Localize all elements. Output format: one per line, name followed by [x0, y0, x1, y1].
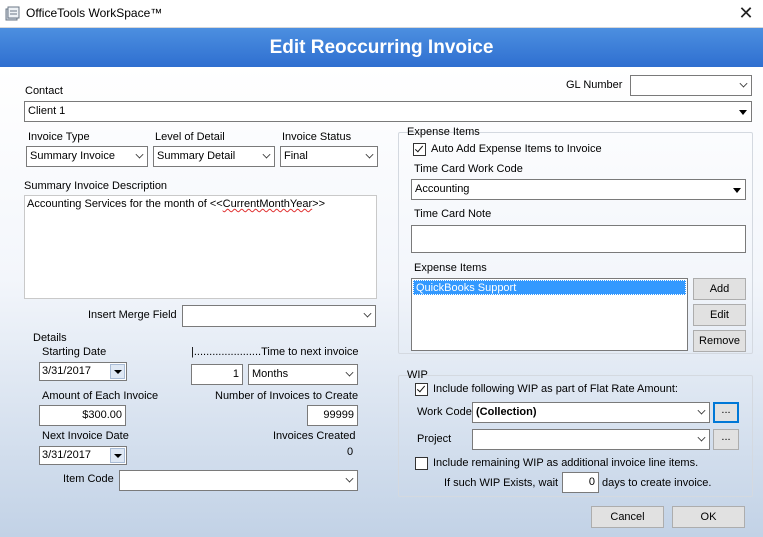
dropdown-arrow-icon: [733, 188, 741, 193]
starting-date-picker[interactable]: 3/31/2017: [39, 362, 127, 381]
chevron-down-icon: [739, 79, 748, 88]
summary-text-prefix: Accounting Services for the month of <<: [27, 198, 223, 210]
include-remaining-wip-label: Include remaining WIP as additional invo…: [433, 457, 699, 469]
time-card-note-label: Time Card Note: [414, 208, 492, 220]
contact-value: Client 1: [28, 105, 66, 117]
invoice-status-label: Invoice Status: [282, 131, 352, 143]
wait-days-input[interactable]: 0: [562, 472, 599, 493]
starting-date-value: 3/31/2017: [42, 365, 91, 377]
summary-description-label: Summary Invoice Description: [24, 180, 168, 192]
add-button[interactable]: Add: [693, 278, 746, 300]
wait-prefix-label: If such WIP Exists, wait: [444, 477, 559, 489]
remove-button[interactable]: Remove: [693, 330, 746, 352]
details-label: Details: [33, 332, 67, 344]
wip-project-browse-button[interactable]: ...: [713, 429, 739, 450]
interval-value-input[interactable]: 1: [191, 364, 243, 385]
checkmark-icon: [416, 383, 426, 393]
list-item[interactable]: QuickBooks Support: [413, 280, 686, 295]
dropdown-arrow-icon: [739, 110, 747, 115]
summary-text-suffix: >>: [312, 198, 326, 210]
amount-label: Amount of Each Invoice: [42, 390, 159, 402]
wip-work-code-value: (Collection): [476, 406, 537, 418]
merge-field-select[interactable]: [182, 305, 376, 327]
checkmark-icon: [414, 143, 424, 153]
contact-select[interactable]: Client 1: [24, 101, 752, 122]
chevron-down-icon: [697, 433, 706, 442]
wip-project-select[interactable]: [472, 429, 710, 450]
invoices-created-value: 0: [347, 446, 354, 458]
wip-project-label: Project: [417, 433, 452, 445]
work-code-value: Accounting: [415, 183, 470, 195]
chevron-down-icon: [345, 368, 354, 377]
auto-add-checkbox[interactable]: [413, 143, 426, 156]
interval-unit-select[interactable]: Months: [248, 364, 358, 385]
include-remaining-wip-checkbox[interactable]: [415, 457, 428, 470]
wait-suffix-label: days to create invoice.: [602, 477, 712, 489]
time-to-next-label: |......................Time to next invo…: [191, 346, 359, 358]
wip-work-code-label: Work Code: [417, 406, 472, 418]
level-of-detail-select[interactable]: Summary Detail: [153, 146, 275, 167]
wip-group-label: WIP: [407, 369, 428, 381]
expense-items-list-label: Expense Items: [414, 262, 487, 274]
calendar-dropdown-icon[interactable]: [110, 364, 125, 379]
chevron-down-icon: [345, 474, 354, 483]
item-code-label: Item Code: [63, 473, 114, 485]
level-of-detail-value: Summary Detail: [157, 150, 236, 162]
chevron-down-icon: [262, 150, 271, 159]
starting-date-label: Starting Date: [42, 346, 107, 358]
chevron-down-icon: [135, 150, 144, 159]
wip-work-code-browse-button[interactable]: ...: [713, 402, 739, 423]
app-icon: [5, 6, 20, 21]
include-wip-label: Include following WIP as part of Flat Ra…: [433, 383, 678, 395]
next-date-label: Next Invoice Date: [42, 430, 129, 442]
merge-token: CurrentMonthYear: [222, 198, 313, 210]
expense-group-label: Expense Items: [407, 126, 480, 138]
chevron-down-icon: [363, 309, 372, 318]
ok-button[interactable]: OK: [672, 506, 745, 528]
time-card-note-input[interactable]: [411, 225, 746, 253]
auto-add-label: Auto Add Expense Items to Invoice: [431, 143, 602, 155]
gl-number-label: GL Number: [566, 79, 623, 91]
include-wip-checkbox[interactable]: [415, 383, 428, 396]
contact-label: Contact: [25, 85, 63, 97]
window-title: OfficeTools WorkSpace™: [26, 6, 163, 20]
invoice-status-value: Final: [284, 150, 308, 162]
cancel-button[interactable]: Cancel: [591, 506, 664, 528]
edit-button[interactable]: Edit: [693, 304, 746, 326]
close-icon[interactable]: ✕: [733, 2, 759, 24]
num-invoices-label: Number of Invoices to Create: [215, 390, 359, 402]
level-of-detail-label: Level of Detail: [155, 131, 225, 143]
dialog-header: Edit Reoccurring Invoice: [0, 28, 763, 67]
num-invoices-input[interactable]: 99999: [307, 405, 358, 426]
calendar-dropdown-icon[interactable]: [110, 448, 125, 463]
invoice-type-label: Invoice Type: [28, 131, 90, 143]
merge-field-label: Insert Merge Field: [88, 309, 177, 321]
invoice-type-value: Summary Invoice: [30, 150, 115, 162]
chevron-down-icon: [365, 150, 374, 159]
chevron-down-icon: [697, 406, 706, 415]
interval-unit-value: Months: [252, 368, 289, 380]
next-date-picker[interactable]: 3/31/2017: [39, 446, 127, 465]
wip-work-code-select[interactable]: (Collection): [472, 402, 710, 423]
amount-input[interactable]: $300.00: [39, 405, 126, 426]
work-code-label: Time Card Work Code: [414, 163, 523, 175]
gl-number-select[interactable]: [630, 75, 752, 96]
invoice-status-select[interactable]: Final: [280, 146, 378, 167]
invoices-created-label: Invoices Created: [273, 430, 356, 442]
work-code-select[interactable]: Accounting: [411, 179, 746, 200]
invoice-type-select[interactable]: Summary Invoice: [26, 146, 148, 167]
summary-description-textarea[interactable]: Accounting Services for the month of <<C…: [24, 195, 377, 299]
next-date-value: 3/31/2017: [42, 449, 91, 461]
expense-items-list[interactable]: QuickBooks Support: [411, 278, 688, 351]
item-code-select[interactable]: [119, 470, 358, 491]
